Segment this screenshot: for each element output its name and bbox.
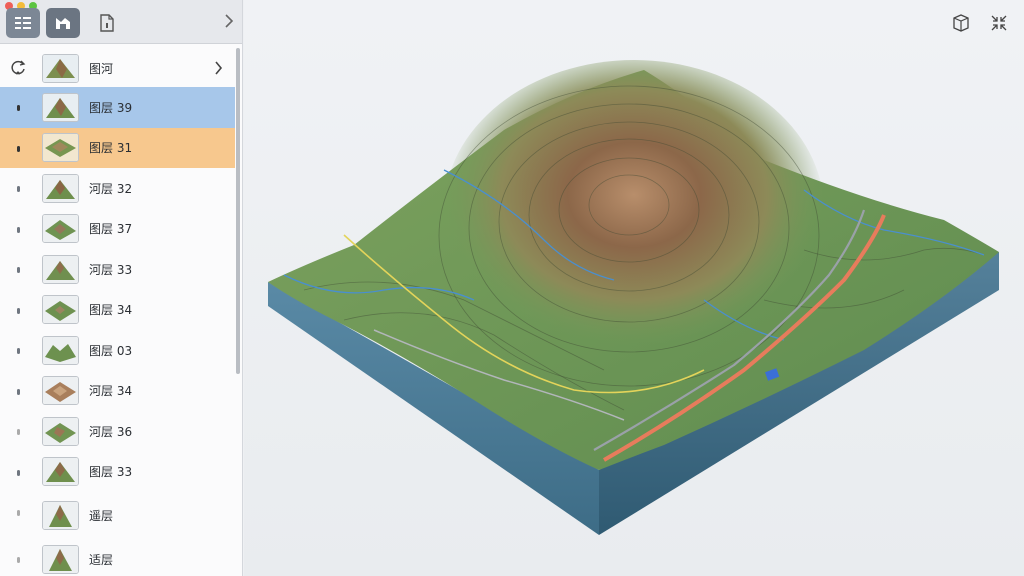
layer-thumbnail [42,173,79,203]
layer-row[interactable]: 图层 31 [0,127,235,168]
layer-thumbnail [42,544,79,574]
layer-label: 图层 33 [89,465,133,480]
layer-row[interactable]: 河层 33 [0,249,235,290]
layer-label: 图层 39 [89,100,133,115]
layer-thumbnail [42,214,79,244]
visibility-dot[interactable] [17,226,20,233]
layer-row[interactable]: 适层 [0,539,235,576]
visibility-dot[interactable] [17,348,20,354]
map-mode-icon [56,18,70,29]
layer-label: 图层 31 [89,141,133,156]
visibility-dot[interactable] [17,510,20,516]
layer-row[interactable]: 遥层 [0,492,235,539]
refresh-icon[interactable] [10,59,27,76]
visibility-dot[interactable] [17,557,20,563]
layer-row[interactable]: 图层 03 [0,330,235,371]
layer-label: 图层 37 [89,222,133,237]
layer-row[interactable]: 图层 34 [0,290,235,331]
layer-thumbnail [42,501,79,530]
group-label: 图河 [89,61,114,76]
map-mode-button[interactable] [46,8,80,38]
sidebar-toolbar [0,0,242,44]
layer-thumbnail [42,133,79,163]
layer-row[interactable]: 图层 37 [0,209,235,250]
layer-row[interactable]: 河层 32 [0,168,235,209]
visibility-dot[interactable] [17,267,20,273]
layer-label: 河层 36 [89,424,133,439]
layer-thumbnail [42,92,79,122]
document-button[interactable] [90,8,124,38]
group-thumbnail [42,53,79,83]
terrain-model[interactable] [244,0,1024,576]
layer-row[interactable]: 河层 34 [0,371,235,412]
layer-label: 图层 03 [89,343,133,358]
layer-group-row[interactable]: 图河 [0,50,235,86]
layer-thumbnail [42,254,79,284]
layer-thumbnail [42,416,79,446]
chevron-right-icon[interactable] [224,14,234,28]
layer-label: 河层 34 [89,384,133,399]
layers-list-icon [15,17,31,29]
visibility-dot[interactable] [17,307,20,314]
layer-row[interactable]: 图层 39 [0,87,235,128]
layer-thumbnail [42,457,79,487]
layer-row[interactable]: 图层 33 [0,452,235,493]
layer-list: 图层 39 图层 31 河层 32 图层 37 河层 33 图层 34 图层 0… [0,87,235,576]
visibility-dot[interactable] [17,429,20,435]
visibility-dot[interactable] [17,186,20,192]
mountain-peak [444,60,824,360]
visibility-dot[interactable] [17,145,20,152]
document-icon [100,14,114,32]
layers-list-button[interactable] [6,8,40,38]
visibility-dot[interactable] [17,469,20,476]
layer-panel: 图河 图层 39 图层 31 河层 32 图层 37 河层 33 图层 34 图… [0,0,243,576]
layer-row[interactable]: 河层 36 [0,411,235,452]
layer-label: 河层 32 [89,181,133,196]
layer-label: 适层 [89,552,114,567]
layer-list-scrollbar[interactable] [236,48,240,374]
layer-thumbnail [42,295,79,325]
visibility-dot[interactable] [17,388,20,395]
layer-thumbnail [42,376,79,406]
expand-chevron-icon[interactable] [214,61,223,75]
layer-label: 图层 34 [89,303,133,318]
terrain-3d-viewport[interactable] [244,0,1024,576]
layer-label: 河层 33 [89,262,133,277]
layer-label: 遥层 [89,509,114,523]
layer-thumbnail [42,335,79,365]
visibility-dot[interactable] [17,105,20,111]
